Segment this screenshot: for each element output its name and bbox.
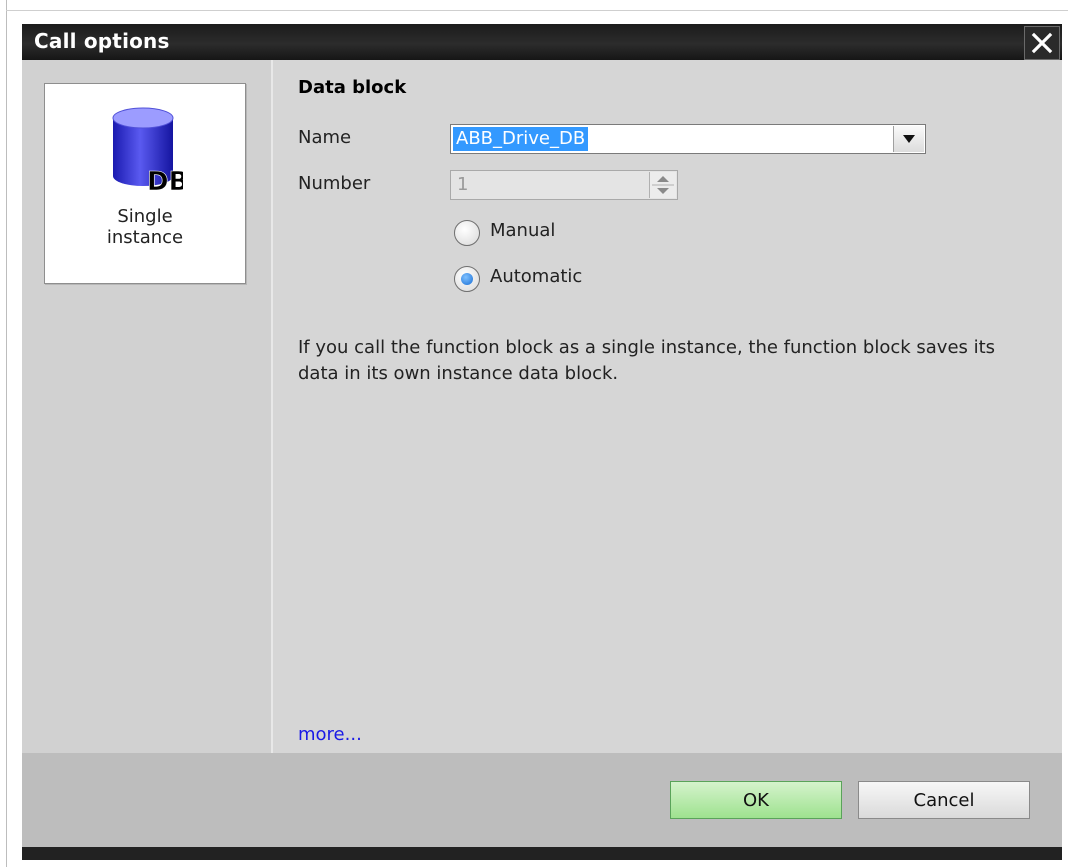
- single-instance-option[interactable]: DB Single instance: [44, 83, 246, 284]
- page-border-top: [6, 10, 1068, 11]
- more-link[interactable]: more...: [298, 724, 362, 745]
- manual-radio-label[interactable]: Manual: [490, 220, 555, 241]
- name-dropdown-button[interactable]: [893, 126, 924, 152]
- data-block-heading: Data block: [298, 77, 407, 98]
- database-icon: DB: [112, 107, 183, 194]
- number-stepper: [649, 172, 676, 198]
- number-label: Number: [298, 173, 371, 194]
- name-label: Name: [298, 127, 352, 148]
- dialog-bottom-bar: [22, 847, 1062, 860]
- title-bar: Call options: [22, 24, 1062, 60]
- tile-label-line1: Single: [117, 206, 173, 227]
- close-icon: [1031, 32, 1053, 54]
- call-type-sidebar: DB Single instance: [22, 60, 273, 753]
- page-border-left: [6, 0, 7, 867]
- button-bar: OK Cancel: [22, 753, 1062, 847]
- cancel-button[interactable]: Cancel: [858, 781, 1030, 819]
- automatic-radio-label[interactable]: Automatic: [490, 266, 582, 287]
- number-field: 1: [450, 170, 678, 200]
- number-value: 1: [457, 174, 469, 195]
- manual-radio[interactable]: [454, 220, 480, 246]
- db-icon-text: DB: [147, 167, 183, 194]
- name-combobox[interactable]: ABB_Drive_DB: [450, 124, 926, 154]
- options-panel: Data block Name ABB_Drive_DB Number 1 Ma: [274, 60, 1062, 753]
- stepper-arrows-icon: [652, 176, 674, 194]
- ok-button[interactable]: OK: [670, 781, 842, 819]
- tile-label-line2: instance: [106, 227, 184, 248]
- single-instance-label: Single instance: [45, 206, 245, 248]
- dialog-title: Call options: [34, 29, 170, 53]
- description-text: If you call the function block as a sing…: [298, 337, 996, 384]
- close-button[interactable]: [1024, 26, 1060, 60]
- call-options-dialog: Call options DB Single instance Data blo…: [22, 24, 1062, 860]
- automatic-radio[interactable]: [454, 266, 480, 292]
- name-value[interactable]: ABB_Drive_DB: [453, 127, 589, 151]
- chevron-down-icon: [903, 135, 915, 143]
